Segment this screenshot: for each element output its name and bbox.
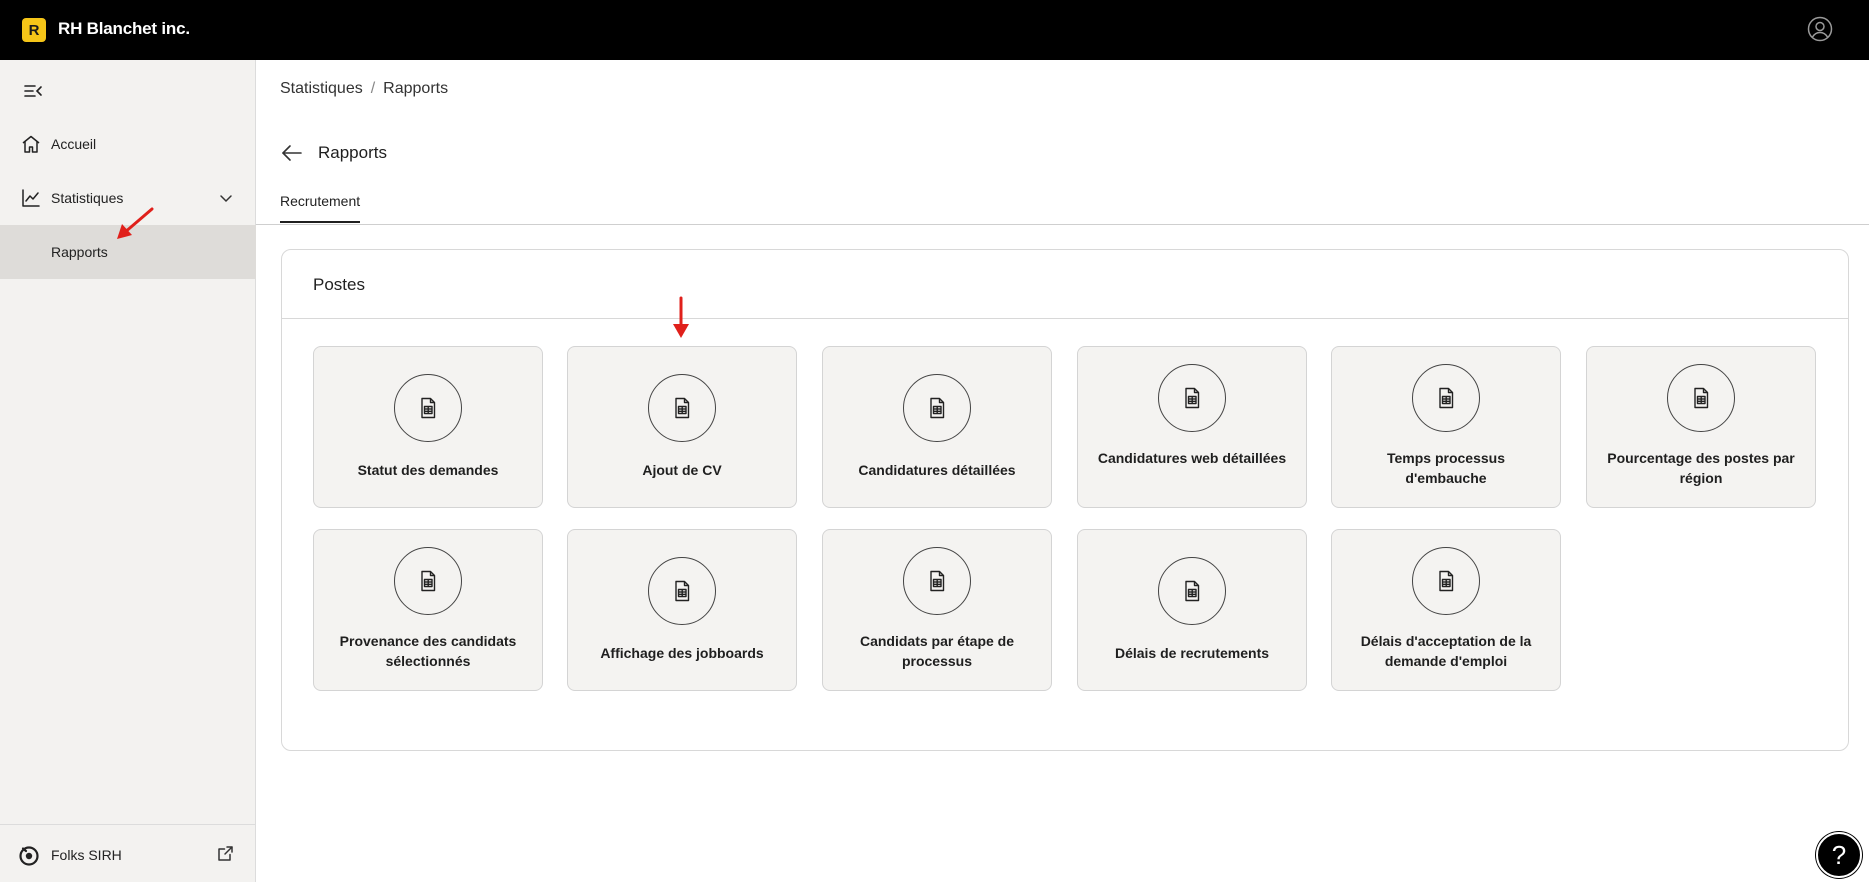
folks-logo-icon bbox=[19, 846, 39, 866]
sidebar-item-label: Accueil bbox=[51, 136, 97, 152]
report-card-label: Ajout de CV bbox=[642, 462, 722, 478]
breadcrumb: Statistiques / Rapports bbox=[280, 80, 448, 98]
tab-divider bbox=[256, 224, 1869, 225]
section-title: Postes bbox=[313, 275, 365, 294]
breadcrumb-separator: / bbox=[370, 80, 376, 97]
spreadsheet-file-icon bbox=[1439, 387, 1454, 409]
report-card[interactable]: Statut des demandes bbox=[313, 346, 543, 508]
report-card-label: Pourcentage des postes par région bbox=[1607, 450, 1795, 486]
breadcrumb-statistiques[interactable]: Statistiques bbox=[280, 80, 363, 98]
report-card-label: Candidatures web détaillées bbox=[1097, 450, 1287, 466]
report-card[interactable]: Pourcentage des postes par région bbox=[1586, 346, 1816, 508]
report-card[interactable]: Temps processus d'embauche bbox=[1331, 346, 1561, 508]
report-icon-circle bbox=[1158, 557, 1226, 625]
report-icon-circle bbox=[1412, 364, 1480, 432]
spreadsheet-file-icon bbox=[675, 580, 690, 602]
spreadsheet-file-icon bbox=[1185, 580, 1200, 602]
report-card-label: Délais de recrutements bbox=[1114, 645, 1270, 661]
report-card[interactable]: Délais d'acceptation de la demande d'emp… bbox=[1331, 529, 1561, 691]
report-card-label: Temps processus d'embauche bbox=[1386, 450, 1505, 486]
report-icon-circle bbox=[648, 557, 716, 625]
spreadsheet-file-icon bbox=[1439, 570, 1454, 592]
annotation-arrow-icon bbox=[117, 207, 154, 239]
report-card[interactable]: Provenance des candidats sélectionnés bbox=[313, 529, 543, 691]
panel-divider bbox=[282, 318, 1848, 319]
report-icon-circle bbox=[1158, 364, 1226, 432]
spreadsheet-file-icon bbox=[930, 570, 945, 592]
report-icon-circle bbox=[648, 374, 716, 442]
collapse-menu-icon[interactable] bbox=[22, 80, 44, 102]
chart-line-icon bbox=[22, 189, 40, 207]
company-logo[interactable]: R bbox=[22, 18, 46, 42]
report-card-label: Délais d'acceptation de la demande d'emp… bbox=[1360, 633, 1532, 669]
sidebar: Accueil Statistiques Rapports Folks SIRH bbox=[0, 60, 256, 882]
breadcrumb-rapports: Rapports bbox=[383, 80, 449, 97]
spreadsheet-file-icon bbox=[421, 397, 436, 419]
report-icon-circle bbox=[903, 547, 971, 615]
report-icon-circle bbox=[394, 547, 462, 615]
annotation-arrow-icon bbox=[673, 296, 689, 338]
sidebar-item-label: Statistiques bbox=[51, 190, 124, 206]
sidebar-item-accueil[interactable]: Accueil bbox=[0, 117, 256, 171]
report-card[interactable]: Candidats par étape de processus bbox=[822, 529, 1052, 691]
report-card-label: Statut des demandes bbox=[357, 462, 499, 478]
report-card-label: Provenance des candidats sélectionnés bbox=[339, 633, 517, 669]
company-name: RH Blanchet inc. bbox=[58, 19, 190, 38]
sidebar-item-label: Rapports bbox=[51, 244, 108, 260]
report-card-label: Affichage des jobboards bbox=[600, 645, 764, 661]
report-icon-circle bbox=[1667, 364, 1735, 432]
tab-recrutement[interactable]: Recrutement bbox=[280, 193, 361, 223]
report-card[interactable]: Ajout de CV bbox=[567, 346, 797, 508]
spreadsheet-file-icon bbox=[421, 570, 436, 592]
spreadsheet-file-icon bbox=[1694, 387, 1709, 409]
sidebar-footer: Folks SIRH bbox=[0, 824, 256, 882]
spreadsheet-file-icon bbox=[930, 397, 945, 419]
spreadsheet-file-icon bbox=[675, 397, 690, 419]
home-icon bbox=[22, 135, 40, 153]
folks-sirh-link[interactable]: Folks SIRH bbox=[51, 847, 122, 863]
arrow-left-icon[interactable] bbox=[280, 142, 304, 164]
chevron-down-icon[interactable] bbox=[218, 190, 234, 206]
report-card[interactable]: Affichage des jobboards bbox=[567, 529, 797, 691]
user-circle-icon[interactable] bbox=[1807, 16, 1833, 42]
top-bar: R RH Blanchet inc. bbox=[0, 0, 1869, 60]
help-button[interactable]: ? bbox=[1816, 832, 1862, 878]
report-icon-circle bbox=[394, 374, 462, 442]
report-card-label: Candidatures détaillées bbox=[858, 462, 1016, 478]
report-card[interactable]: Délais de recrutements bbox=[1077, 529, 1307, 691]
report-icon-circle bbox=[903, 374, 971, 442]
report-card-label: Candidats par étape de processus bbox=[859, 633, 1015, 669]
external-link-icon[interactable] bbox=[217, 845, 234, 862]
report-card[interactable]: Candidatures web détaillées bbox=[1077, 346, 1307, 508]
spreadsheet-file-icon bbox=[1185, 387, 1200, 409]
page-title: Rapports bbox=[318, 143, 387, 162]
report-card[interactable]: Candidatures détaillées bbox=[822, 346, 1052, 508]
report-icon-circle bbox=[1412, 547, 1480, 615]
